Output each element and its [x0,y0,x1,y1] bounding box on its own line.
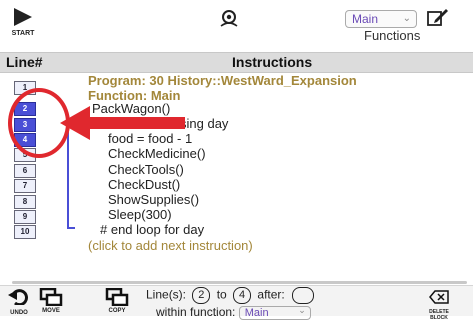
loop-bracket-end [67,227,75,229]
instruction-7[interactable]: CheckDust() [108,177,180,192]
line-number-10[interactable]: 10 [14,225,36,239]
line-number-9[interactable]: 9 [14,210,36,224]
undo-icon [8,289,28,307]
undo-button[interactable]: UNDO [4,289,34,316]
after-label: after: [257,287,285,302]
within-function-value: Main [244,306,269,319]
add-instruction-hint[interactable]: (click to add next instruction) [88,238,253,253]
line-column-header: Line# [6,54,43,70]
play-icon [14,8,32,26]
copy-button[interactable]: COPY [102,287,132,314]
copy-icon [105,287,129,307]
delete-block-button[interactable]: DELETE BLOCK [424,290,454,321]
scrollbar[interactable] [12,281,467,284]
instruction-8[interactable]: ShowSupplies() [108,192,199,207]
annotation-arrow-icon [60,104,185,147]
line-number-8[interactable]: 8 [14,195,36,209]
chevron-down-icon: ⌄ [402,13,411,24]
to-line-input[interactable]: 4 [233,287,252,304]
instruction-6[interactable]: CheckTools() [108,162,184,177]
instruction-5[interactable]: CheckMedicine() [108,146,206,161]
move-icon [39,287,63,307]
start-label: START [11,30,35,37]
instruction-9[interactable]: Sleep(300) [108,207,172,222]
program-title: Program: 30 History::WestWard_Expansion [88,73,357,88]
start-button[interactable]: START [8,6,38,42]
function-select[interactable]: Main ⌄ [345,10,417,28]
delete-icon [429,290,449,304]
delete-label-2: BLOCK [430,315,448,321]
edit-icon[interactable] [427,7,449,32]
within-label: within function: [156,305,236,319]
function-select-value: Main [352,12,379,26]
copy-label: COPY [108,308,126,314]
within-function-select[interactable]: Main ⌄ [238,304,311,320]
from-line-input[interactable]: 2 [192,287,211,304]
undo-label: UNDO [10,310,28,316]
lines-label: Line(s): [146,287,187,302]
instruction-3[interactable]: sing day [180,116,228,131]
move-button[interactable]: MOVE [36,287,66,314]
functions-label: Functions [364,28,421,43]
line-number-6[interactable]: 6 [14,164,36,178]
move-label: MOVE [42,308,60,314]
within-function-controls: within function: Main ⌄ [156,305,311,320]
to-label: to [216,287,227,302]
line-range-controls: Line(s): 2 to 4 after: [146,287,315,304]
view-icon[interactable] [218,10,240,35]
instructions-column-header: Instructions [232,54,313,70]
chevron-down-icon: ⌄ [298,304,306,315]
after-line-input[interactable] [292,287,315,304]
line-number-7[interactable]: 7 [14,179,36,193]
instruction-10[interactable]: # end loop for day [100,222,204,237]
